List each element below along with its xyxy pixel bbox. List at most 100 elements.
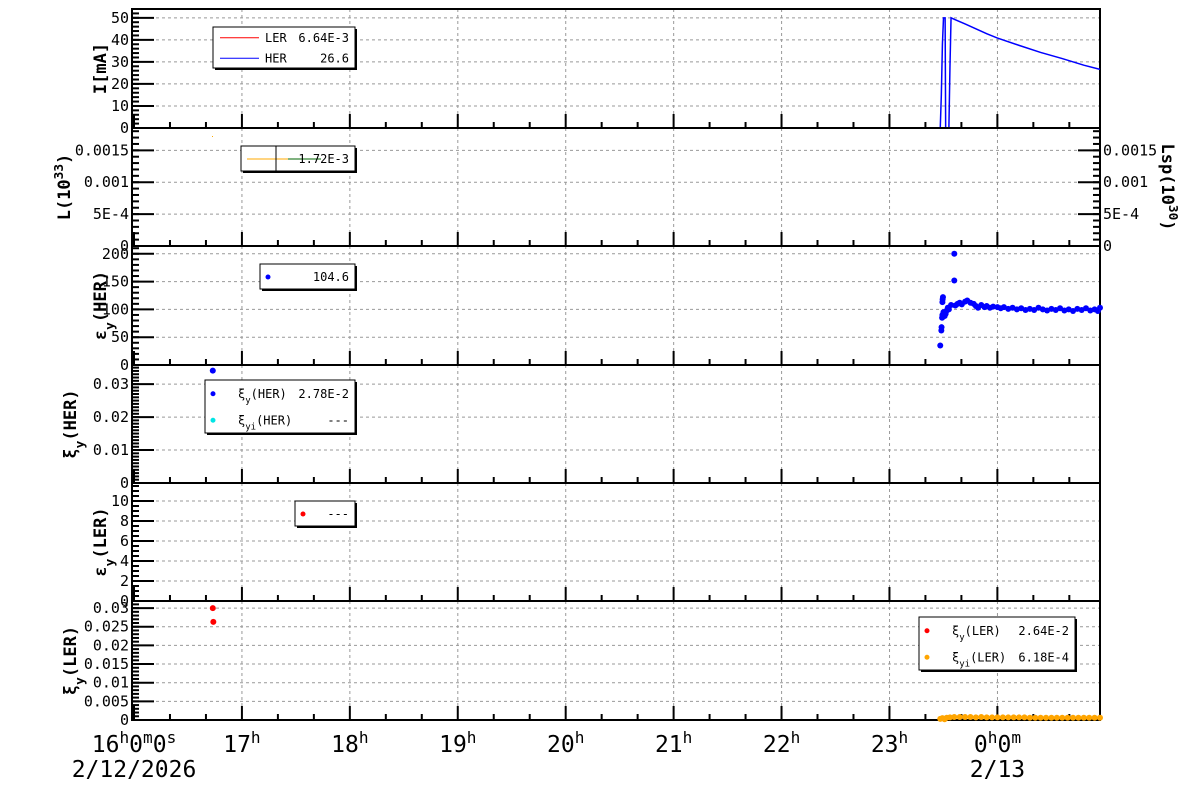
- y-tick-label: 4: [120, 552, 129, 570]
- x-date-label: 2/12/2026: [72, 757, 197, 783]
- x-tick-number: 22: [763, 732, 791, 758]
- y-axis-title-main: ε: [91, 566, 111, 576]
- x-axis: 16h0m0s 17h 18h 19h 20h 21h 22h 23h 0h0m2/12/202…: [72, 728, 1025, 784]
- y-axis-title: L(1033): [52, 154, 76, 221]
- x-tick-unit: h: [791, 728, 801, 747]
- data-point: [1080, 714, 1087, 721]
- y-axis-title-main: L(10: [55, 179, 75, 220]
- right-y-tick-label: 0.0015: [1103, 141, 1157, 159]
- x-tick-unit: h: [467, 728, 477, 747]
- x-tick-unit: h: [899, 728, 909, 747]
- legend-value: ---: [327, 413, 349, 427]
- panel-tuneshift-ler: 00.0050.010.0150.020.0250.03ξy(LER) ξy(LE…: [61, 599, 1103, 729]
- data-point: [972, 714, 979, 721]
- legend: LER 6.64E-3 HER 26.6: [212, 26, 357, 70]
- y-tick-label: 6: [120, 532, 129, 550]
- legend-value: 6.18E-4: [1018, 650, 1069, 664]
- legend-label-main: ξ: [238, 413, 245, 427]
- y-tick-label: 10: [111, 97, 129, 115]
- data-point: [1048, 714, 1055, 721]
- data-point: [967, 714, 974, 721]
- y-axis-title-end: (HER): [91, 271, 111, 322]
- x-tick-number: 16: [92, 732, 120, 758]
- data-point: [989, 714, 996, 721]
- data-point: [1021, 714, 1028, 721]
- legend-label-main: ξ: [238, 387, 245, 401]
- legend-dot-icon: [300, 511, 306, 517]
- y-tick-label: 50: [111, 328, 129, 346]
- x-tick-number: 23: [871, 732, 899, 758]
- x-tick-unit: h: [988, 728, 998, 747]
- legend-label-sub: yi: [245, 422, 256, 432]
- legend-label: HER: [265, 51, 287, 65]
- data-point: [956, 714, 963, 721]
- x-tick-unit: h: [575, 728, 585, 747]
- data-point: [1005, 714, 1012, 721]
- data-point: [937, 342, 944, 349]
- y-axis-title-end: (HER): [61, 389, 81, 440]
- data-point: [962, 714, 969, 721]
- data-point: [1043, 714, 1050, 721]
- panel-luminosity: 05E-40.0010.001505E-40.0010.0015 Lsp(1030…: [52, 127, 1181, 255]
- legend-dot-icon: [924, 654, 930, 660]
- data-point: [1016, 714, 1023, 721]
- x-tick-label: 22h: [763, 728, 800, 759]
- panel-emittance-her: 050100150200εy(HER) 104.6: [91, 245, 1103, 374]
- legend: 1.72E-3: [240, 145, 357, 173]
- y-tick-label: 5E-4: [93, 205, 129, 223]
- right-y-axis-title-main: Lsp(10: [1157, 143, 1177, 204]
- y-tick-label: 0: [120, 711, 129, 729]
- panel-tuneshift-her: 00.010.020.03ξy(HER) ξy(HER) 2.78E-2ξyi(HE…: [61, 364, 1101, 492]
- data-point: [939, 294, 946, 301]
- y-tick-label: 8: [120, 512, 129, 530]
- y-axis-title-sup: 33: [52, 164, 67, 179]
- data-point: [1026, 714, 1033, 721]
- legend-label-sub: yi: [959, 659, 970, 669]
- data-point: [210, 618, 217, 625]
- data-point: [1075, 714, 1082, 721]
- data-point: [1059, 714, 1066, 721]
- x-tick-number: 18: [331, 732, 359, 758]
- x-tick-number: 0: [129, 732, 143, 758]
- y-axis-title: ξy(HER): [61, 389, 88, 458]
- x-tick-label: 23h: [871, 728, 908, 759]
- x-date-label: 2/13: [970, 757, 1025, 783]
- legend-label-end: (LER): [970, 650, 1006, 664]
- legend-label: LER: [265, 31, 287, 45]
- right-y-axis-title-sup: 30: [1166, 205, 1181, 220]
- x-tick-label: 17h: [223, 728, 260, 759]
- y-tick-label: 20: [111, 75, 129, 93]
- data-point: [983, 714, 990, 721]
- legend: 104.6: [259, 263, 357, 291]
- y-tick-label: 0.03: [93, 375, 129, 393]
- legend-dot-icon: [210, 391, 216, 397]
- legend-value: 26.6: [320, 51, 349, 65]
- panel-emittance-ler: 0246810εy(LER) ---: [91, 482, 1101, 610]
- legend-dot-icon: [210, 417, 216, 423]
- right-y-tick-label: 0: [1103, 237, 1112, 255]
- x-tick-unit: h: [359, 728, 369, 747]
- legend-value: ---: [327, 507, 349, 521]
- right-y-axis-title-end: ): [1157, 220, 1177, 230]
- x-tick-number: 21: [655, 732, 683, 758]
- legend-dot-icon: [924, 628, 930, 634]
- x-tick-label: 20h: [547, 728, 584, 759]
- luminosity-data-point: [212, 136, 213, 137]
- x-tick-label: 21h: [655, 728, 692, 759]
- y-axis-title-end: ): [55, 154, 75, 164]
- y-tick-label: 0.001: [84, 173, 129, 191]
- legend-value: 1.72E-3: [298, 152, 349, 166]
- x-tick-label: 19h: [439, 728, 476, 759]
- data-point: [978, 714, 985, 721]
- data-point: [938, 324, 945, 331]
- y-tick-label: 2: [120, 572, 129, 590]
- legend-label-end: (HER): [251, 387, 287, 401]
- y-axis-title-end: (LER): [91, 507, 111, 558]
- data-point: [1010, 714, 1017, 721]
- y-axis-title-main: ξ: [61, 685, 81, 695]
- y-tick-label: 0: [120, 119, 129, 137]
- data-point: [1097, 714, 1103, 721]
- data-point: [1032, 714, 1039, 721]
- data-point: [1091, 714, 1098, 721]
- data-point: [1097, 304, 1103, 311]
